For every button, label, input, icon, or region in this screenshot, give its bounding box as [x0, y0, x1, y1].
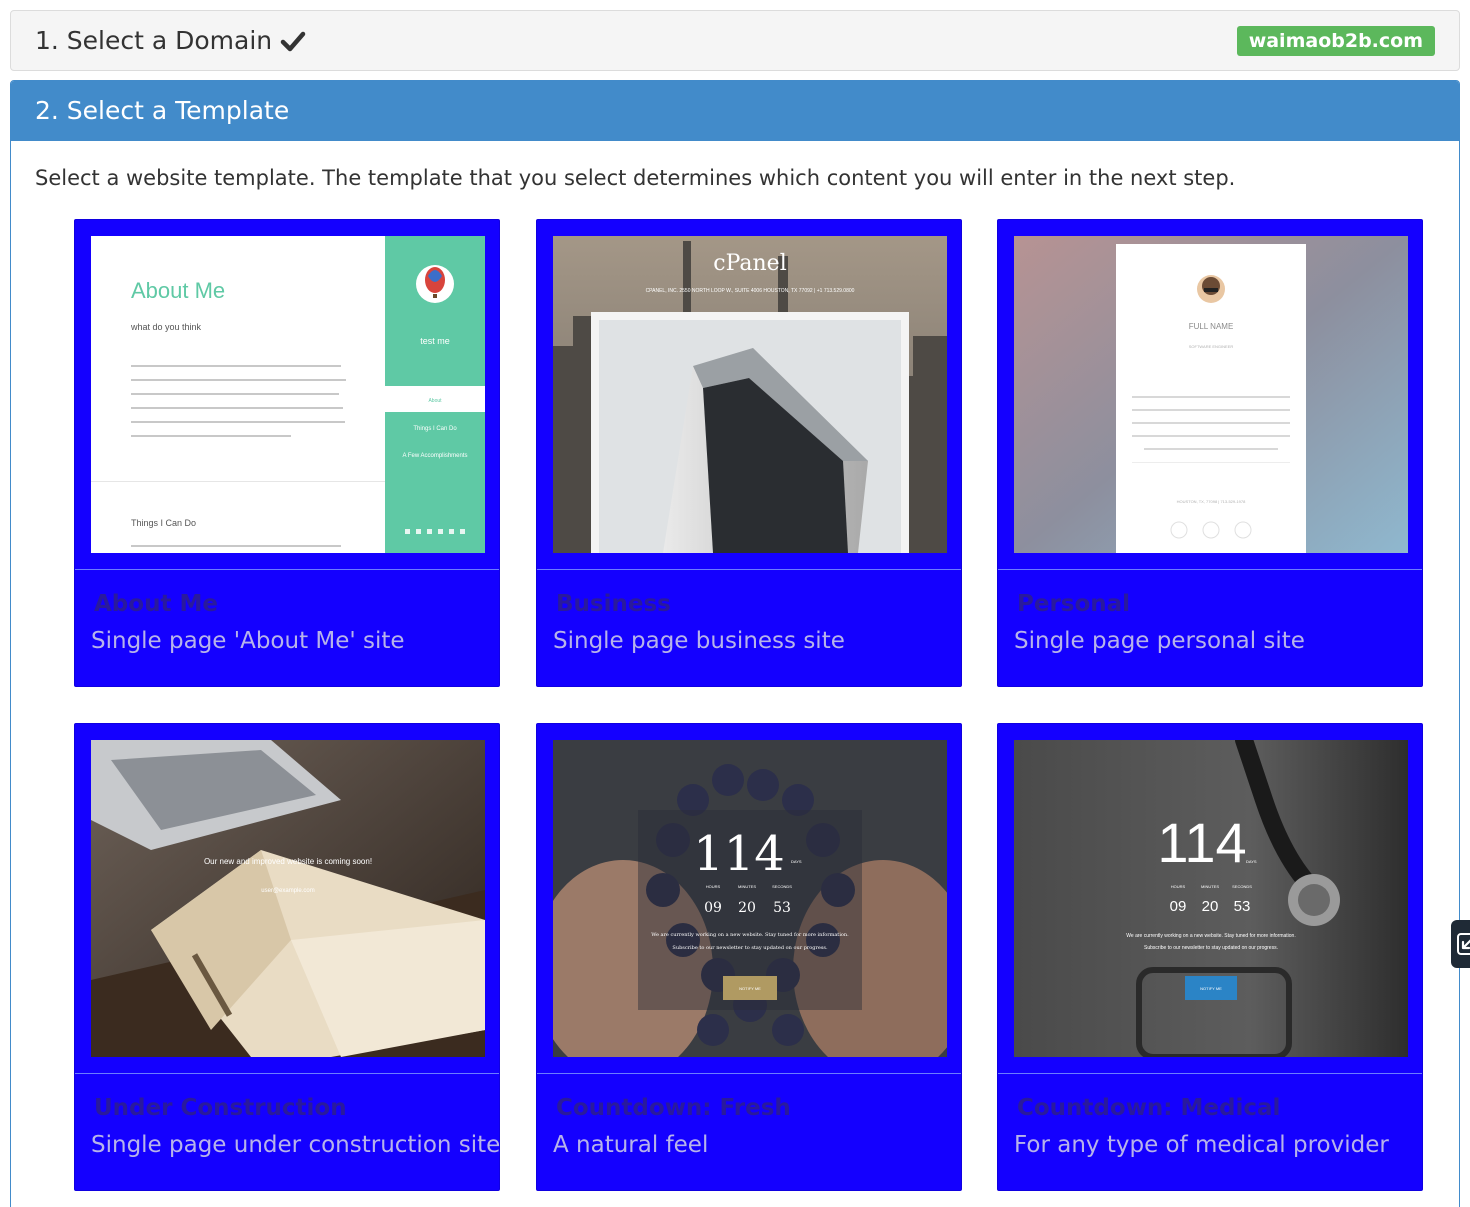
- medical-days: 114: [1157, 811, 1246, 874]
- business-preview-image: cPanel CPANEL, INC. 2550 NORTH LOOP W., …: [553, 236, 947, 553]
- medical-days-label: DAYS: [1246, 859, 1257, 864]
- domain-badge: waimaob2b.com: [1236, 26, 1435, 56]
- about-side-link-1: About: [428, 398, 442, 404]
- template-name: About Me: [94, 591, 218, 617]
- card-divider: [537, 1073, 961, 1074]
- about-heading: About Me: [131, 278, 225, 303]
- card-divider: [998, 1073, 1422, 1074]
- template-description: Single page 'About Me' site: [91, 628, 405, 654]
- step1-title-row: 1. Select a Domain: [35, 26, 306, 55]
- template-card-business[interactable]: cPanel CPANEL, INC. 2550 NORTH LOOP W., …: [536, 219, 962, 687]
- template-preview-countdown-medical: 114 DAYS HOURS MINUTES SECONDS 09 20 53 …: [1014, 740, 1408, 1057]
- template-preview-about-me: test me About Things I Can Do A Few Acco…: [91, 236, 485, 553]
- checkmark-icon: [280, 31, 306, 51]
- business-brand: cPanel: [713, 251, 786, 276]
- personal-job-title: SOFTWARE ENGINEER: [1189, 344, 1234, 349]
- medical-hours-label: HOURS: [1171, 884, 1186, 889]
- step2-title: 2. Select a Template: [11, 81, 1459, 141]
- template-card-countdown-fresh[interactable]: 114 DAYS HOURS MINUTES SECONDS 09 20 53 …: [536, 723, 962, 1191]
- medical-seconds-label: SECONDS: [1232, 884, 1252, 889]
- template-description: Single page business site: [553, 628, 845, 654]
- fresh-line1: We are currently working on a new websit…: [651, 932, 849, 938]
- template-preview-countdown-fresh: 114 DAYS HOURS MINUTES SECONDS 09 20 53 …: [553, 740, 947, 1057]
- template-name: Business: [556, 591, 671, 617]
- template-preview-business: cPanel CPANEL, INC. 2550 NORTH LOOP W., …: [553, 236, 947, 553]
- step-select-template: 2. Select a Template Select a website te…: [10, 80, 1460, 1207]
- medical-hours: 09: [1170, 898, 1187, 915]
- uc-email: user@example.com: [261, 888, 314, 894]
- about-side-link-3: A Few Accomplishments: [402, 453, 467, 459]
- personal-preview-image: FULL NAME SOFTWARE ENGINEER HOUSTON, TX,…: [1014, 236, 1408, 553]
- template-name: Under Construction: [94, 1095, 347, 1121]
- under-construction-preview-image: Our new and improved website is coming s…: [91, 740, 485, 1057]
- card-divider: [537, 569, 961, 570]
- card-divider: [75, 1073, 499, 1074]
- template-preview-personal: FULL NAME SOFTWARE ENGINEER HOUSTON, TX,…: [1014, 236, 1408, 553]
- about-subheading: what do you think: [130, 322, 202, 332]
- personal-location: HOUSTON, TX, 77098 | 713-529-1978: [1177, 499, 1246, 504]
- medical-line1: We are currently working on a new websit…: [1126, 933, 1295, 939]
- step-select-domain[interactable]: 1. Select a Domain waimaob2b.com: [10, 10, 1460, 71]
- fresh-hours-label: HOURS: [706, 884, 721, 889]
- template-card-under-construction[interactable]: Our new and improved website is coming s…: [74, 723, 500, 1191]
- medical-minutes: 20: [1202, 898, 1219, 915]
- uc-message: Our new and improved website is coming s…: [204, 857, 372, 866]
- medical-notify-button: NOTIFY ME: [1200, 986, 1222, 991]
- template-card-countdown-medical[interactable]: 114 DAYS HOURS MINUTES SECONDS 09 20 53 …: [997, 723, 1423, 1191]
- fresh-hours: 09: [704, 900, 722, 916]
- fresh-seconds: 53: [773, 900, 791, 916]
- expand-arrow-icon: [1457, 933, 1470, 955]
- fresh-seconds-label: SECONDS: [772, 884, 792, 889]
- about-section-title: Things I Can Do: [131, 518, 196, 528]
- template-name: Countdown: Medical: [1017, 1095, 1281, 1121]
- template-preview-under-construction: Our new and improved website is coming s…: [91, 740, 485, 1057]
- medical-line2: Subscribe to our newsletter to stay upda…: [1144, 945, 1278, 951]
- template-description: A natural feel: [553, 1132, 709, 1158]
- template-name: Personal: [1017, 591, 1131, 617]
- about-side-name: test me: [420, 336, 450, 346]
- business-address: CPANEL, INC. 2550 NORTH LOOP W., SUITE 4…: [646, 288, 855, 294]
- fresh-days-label: DAYS: [791, 859, 802, 864]
- template-description: For any type of medical provider: [1014, 1132, 1389, 1158]
- about-me-preview-image: test me About Things I Can Do A Few Acco…: [91, 236, 485, 553]
- fresh-days: 114: [693, 826, 785, 882]
- template-description: Single page personal site: [1014, 628, 1305, 654]
- medical-minutes-label: MINUTES: [1201, 884, 1219, 889]
- fresh-notify-button: NOTIFY ME: [739, 986, 761, 991]
- feedback-side-tab[interactable]: [1451, 920, 1470, 968]
- template-name: Countdown: Fresh: [556, 1095, 791, 1121]
- about-side-link-2: Things I Can Do: [413, 426, 457, 432]
- fresh-minutes: 20: [738, 900, 756, 916]
- card-divider: [75, 569, 499, 570]
- template-description: Single page under construction site: [91, 1132, 501, 1158]
- template-intro-text: Select a website template. The template …: [35, 166, 1236, 190]
- personal-full-name: FULL NAME: [1189, 322, 1234, 331]
- card-divider: [998, 569, 1422, 570]
- template-card-about-me[interactable]: test me About Things I Can Do A Few Acco…: [74, 219, 500, 687]
- fresh-minutes-label: MINUTES: [738, 884, 756, 889]
- medical-seconds: 53: [1234, 898, 1251, 915]
- countdown-medical-preview-image: 114 DAYS HOURS MINUTES SECONDS 09 20 53 …: [1014, 740, 1408, 1057]
- fresh-line2: Subscribe to our newsletter to stay upda…: [672, 945, 828, 951]
- countdown-fresh-preview-image: 114 DAYS HOURS MINUTES SECONDS 09 20 53 …: [553, 740, 947, 1057]
- template-card-personal[interactable]: FULL NAME SOFTWARE ENGINEER HOUSTON, TX,…: [997, 219, 1423, 687]
- step1-title: 1. Select a Domain: [35, 26, 273, 55]
